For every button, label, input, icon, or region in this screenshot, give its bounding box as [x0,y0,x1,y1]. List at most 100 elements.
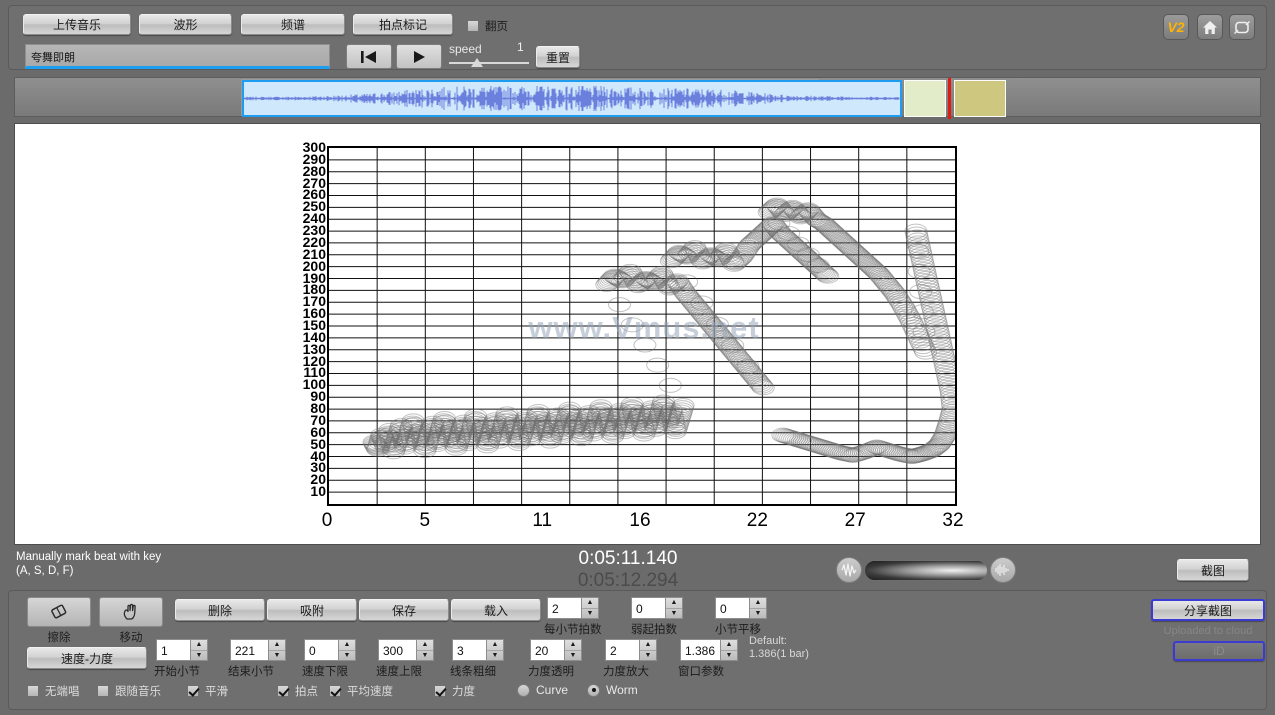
window-param-spinner[interactable]: 1.386 ▲ ▼ [680,639,738,661]
screenshot-button[interactable]: 截图 [1177,559,1249,581]
tempo-min-up[interactable]: ▲ [339,640,355,651]
tempo-max-arrows[interactable]: ▲ ▼ [416,640,433,660]
dyn-opacity-value[interactable]: 20 [531,640,564,660]
line-width-value[interactable]: 3 [453,640,486,660]
audio-wave-icon-button[interactable] [990,557,1016,583]
start-bar-down[interactable]: ▼ [191,651,207,661]
pickup-beats-down[interactable]: ▼ [666,609,682,619]
plot-area[interactable]: www.Vmus.net [327,146,957,506]
id-button[interactable]: iD [1173,641,1265,661]
pickup-beats-up[interactable]: ▲ [666,598,682,609]
snap-button[interactable]: 吸附 [267,599,357,621]
skip-to-start-button[interactable] [346,44,392,69]
start-bar-arrows[interactable]: ▲ ▼ [190,640,207,660]
checkbox-dynamics[interactable]: 力度 [434,683,475,699]
waveform-selection-region[interactable] [242,80,902,117]
window-param-value[interactable]: 1.386 [681,640,720,660]
window-param-down[interactable]: ▼ [721,651,737,661]
end-bar-down[interactable]: ▼ [269,651,285,661]
save-button[interactable]: 保存 [359,599,449,621]
window-param-up[interactable]: ▲ [721,640,737,651]
dyn-scale-down[interactable]: ▼ [640,651,656,661]
play-button[interactable] [396,44,442,69]
tempo-max-spinner[interactable]: 300 ▲ ▼ [378,639,434,661]
line-width-arrows[interactable]: ▲ ▼ [486,640,503,660]
pickup-beats-arrows[interactable]: ▲ ▼ [665,598,682,618]
start-bar-value[interactable]: 1 [157,640,190,660]
bar-shift-down[interactable]: ▼ [750,609,766,619]
bar-shift-arrows[interactable]: ▲ ▼ [749,598,766,618]
dyn-scale-arrows[interactable]: ▲ ▼ [639,640,656,660]
beats-per-bar-arrows[interactable]: ▲ ▼ [581,598,598,618]
waveform-icon-button[interactable] [836,557,862,583]
beat-marker-button[interactable]: 拍点标记 [353,14,453,35]
tempo-min-value[interactable]: 0 [305,640,338,660]
dyn-scale-spinner[interactable]: 2 ▲ ▼ [605,639,657,661]
beats-per-bar-value[interactable]: 2 [548,598,581,618]
dyn-scale-value[interactable]: 2 [606,640,639,660]
track-title-input[interactable] [25,44,330,69]
bar-shift-value[interactable]: 0 [716,598,749,618]
tempo-max-value[interactable]: 300 [379,640,416,660]
speed-slider-thumb[interactable] [471,58,483,67]
line-width-down[interactable]: ▼ [487,651,503,661]
checkbox-smooth[interactable]: 平滑 [187,683,228,699]
checkbox-follow-music[interactable]: 跟随音乐 [97,683,161,699]
waveform-overview-inner[interactable] [241,78,1006,119]
dyn-opacity-arrows[interactable]: ▲ ▼ [564,640,581,660]
waveform-playhead[interactable] [948,78,951,119]
line-width-up[interactable]: ▲ [487,640,503,651]
beats-per-bar-up[interactable]: ▲ [582,598,598,609]
timecode-display: 0:05:11.140 0:05:12.294 [528,548,728,592]
radio-curve[interactable]: Curve [517,683,568,697]
tempo-min-down[interactable]: ▼ [339,651,355,661]
waveform-region-marker-a[interactable] [904,80,946,117]
radio-worm[interactable]: Worm [587,683,638,697]
bar-shift-spinner[interactable]: 0 ▲ ▼ [715,597,767,619]
checkbox-beat[interactable]: 拍点 [277,683,318,699]
tempo-dynamics-button[interactable]: 速度-力度 [27,647,147,669]
tempo-max-up[interactable]: ▲ [417,640,433,651]
end-bar-spinner[interactable]: 221 ▲ ▼ [230,639,286,661]
end-bar-arrows[interactable]: ▲ ▼ [268,640,285,660]
waveform-overview-strip[interactable] [14,77,1261,119]
load-button[interactable]: 载入 [451,599,541,621]
home-button[interactable] [1197,14,1223,40]
line-width-spinner[interactable]: 3 ▲ ▼ [452,639,504,661]
page-turn-checkbox[interactable]: 翻页 [467,18,508,34]
reset-button[interactable]: 重置 [536,46,580,68]
share-screenshot-button[interactable]: 分享截图 [1151,599,1265,621]
spectrum-button[interactable]: 频谱 [241,14,345,35]
checkbox-no-singing[interactable]: 无端唱 [27,683,80,699]
window-param-arrows[interactable]: ▲ ▼ [720,640,737,660]
waveform-region-marker-b[interactable] [954,80,1006,117]
erase-tool-button[interactable] [27,597,91,627]
dyn-opacity-up[interactable]: ▲ [565,640,581,651]
fullscreen-button[interactable] [1229,14,1255,40]
tempo-min-arrows[interactable]: ▲ ▼ [338,640,355,660]
dyn-opacity-spinner[interactable]: 20 ▲ ▼ [530,639,582,661]
upload-music-button[interactable]: 上传音乐 [23,14,131,35]
speed-slider-track[interactable] [449,62,529,64]
version-badge-v2[interactable]: V2 [1163,14,1189,40]
waveform-button[interactable]: 波形 [139,14,232,35]
dyn-scale-up[interactable]: ▲ [640,640,656,651]
tempo-max-down[interactable]: ▼ [417,651,433,661]
checkbox-average-tempo[interactable]: 平均速度 [329,683,393,699]
delete-button[interactable]: 删除 [175,599,265,621]
tempo-min-spinner[interactable]: 0 ▲ ▼ [304,639,356,661]
dyn-opacity-down[interactable]: ▼ [565,651,581,661]
move-tool-button[interactable] [99,597,163,627]
start-bar-caption: 开始小节 [154,666,200,678]
start-bar-up[interactable]: ▲ [191,640,207,651]
beats-per-bar-spinner[interactable]: 2 ▲ ▼ [547,597,599,619]
volume-slider-track[interactable] [864,560,988,581]
status-strip: Manually mark beat with key (A, S, D, F)… [0,548,1275,591]
end-bar-up[interactable]: ▲ [269,640,285,651]
pickup-beats-value[interactable]: 0 [632,598,665,618]
pickup-beats-spinner[interactable]: 0 ▲ ▼ [631,597,683,619]
end-bar-value[interactable]: 221 [231,640,268,660]
start-bar-spinner[interactable]: 1 ▲ ▼ [156,639,208,661]
bar-shift-up[interactable]: ▲ [750,598,766,609]
beats-per-bar-down[interactable]: ▼ [582,609,598,619]
